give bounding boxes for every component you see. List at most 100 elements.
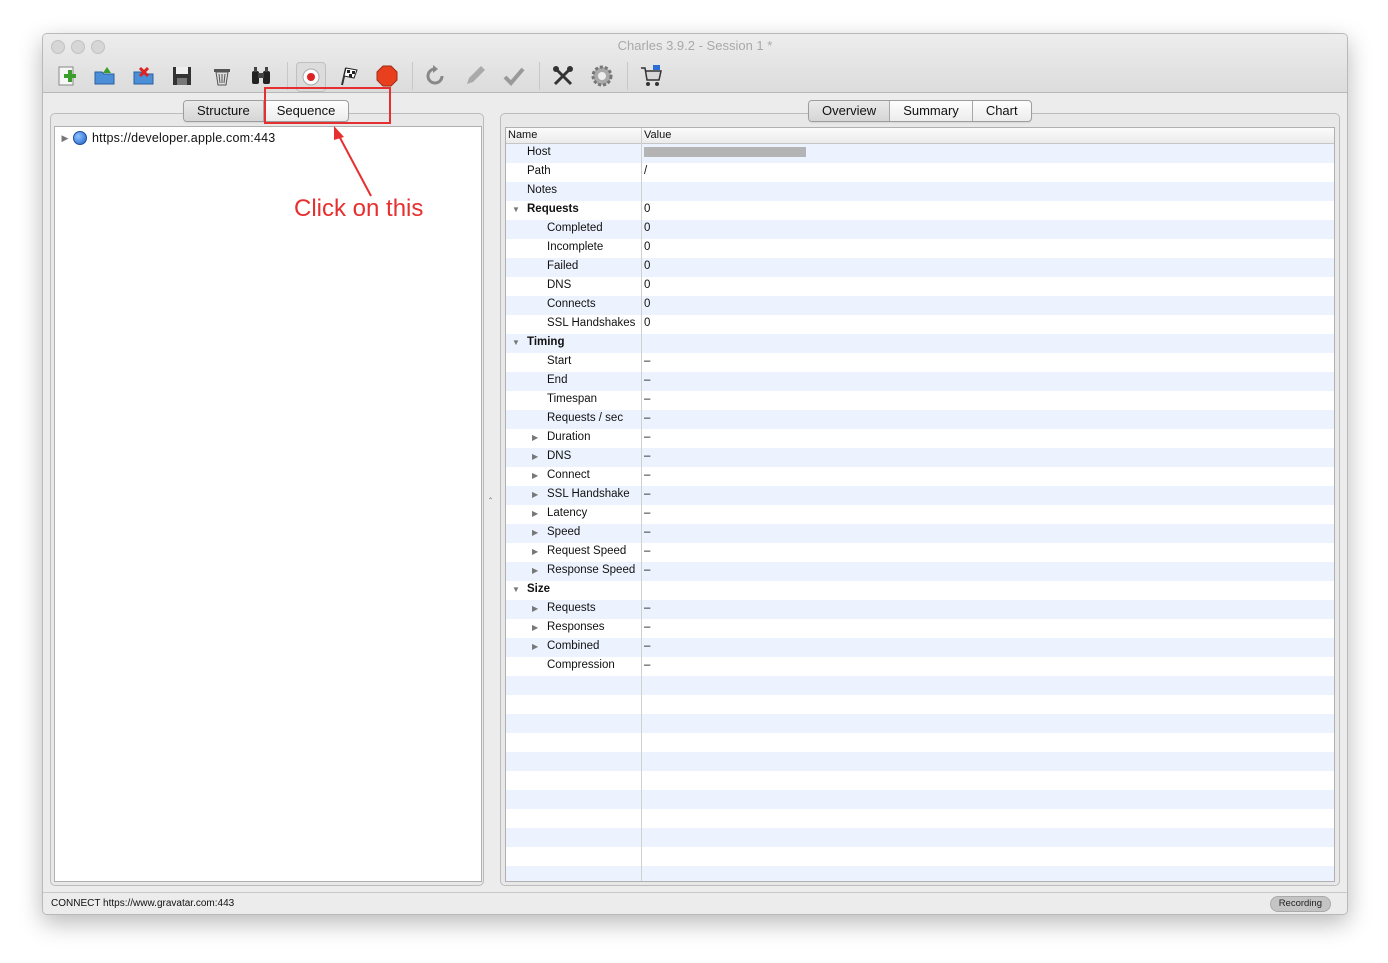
- row-name: Start: [547, 355, 572, 367]
- disclosure-triangle-icon[interactable]: ▼: [512, 338, 520, 347]
- row-name: Requests: [547, 602, 596, 614]
- find-icon[interactable]: [247, 62, 275, 90]
- row-value: –: [644, 640, 651, 652]
- table-row[interactable]: ▼ Requests 0: [506, 201, 1334, 220]
- row-name: Incomplete: [547, 241, 604, 253]
- row-name: Latency: [547, 507, 588, 519]
- open-session-icon[interactable]: [91, 62, 119, 90]
- tab-structure[interactable]: Structure: [184, 101, 264, 121]
- row-name: Connect: [547, 469, 590, 481]
- table-row[interactable]: ▶ Duration –: [506, 429, 1334, 448]
- column-divider: [641, 128, 642, 881]
- table-row[interactable]: Completed 0: [506, 220, 1334, 239]
- table-row[interactable]: ▶ Requests –: [506, 600, 1334, 619]
- close-session-icon[interactable]: [130, 62, 158, 90]
- cart-icon[interactable]: [637, 62, 665, 90]
- table-row[interactable]: Incomplete 0: [506, 239, 1334, 258]
- row-name: Requests: [527, 203, 579, 215]
- table-row[interactable]: Start –: [506, 353, 1334, 372]
- table-row[interactable]: Path /: [506, 163, 1334, 182]
- edit-icon[interactable]: [461, 62, 489, 90]
- disclosure-triangle-icon[interactable]: ▶: [532, 490, 538, 499]
- disclosure-triangle-icon[interactable]: ▶: [532, 509, 538, 518]
- table-row[interactable]: [506, 866, 1334, 881]
- table-row[interactable]: ▶ Combined –: [506, 638, 1334, 657]
- disclosure-triangle-icon[interactable]: ▼: [512, 205, 520, 214]
- tab-summary[interactable]: Summary: [890, 101, 973, 121]
- column-header-name[interactable]: Name: [508, 129, 537, 141]
- globe-icon: [73, 131, 87, 145]
- table-row[interactable]: ▼ Size: [506, 581, 1334, 600]
- table-row[interactable]: [506, 714, 1334, 733]
- row-name: Size: [527, 583, 551, 595]
- annotation-text: Click on this: [294, 195, 424, 222]
- column-header-value[interactable]: Value: [644, 129, 671, 141]
- table-row[interactable]: ▶ Response Speed –: [506, 562, 1334, 581]
- row-name: Path: [527, 165, 551, 177]
- table-row[interactable]: [506, 733, 1334, 752]
- table-row[interactable]: ▶ Speed –: [506, 524, 1334, 543]
- clear-session-icon[interactable]: [208, 62, 236, 90]
- table-row[interactable]: [506, 752, 1334, 771]
- table-row[interactable]: Notes: [506, 182, 1334, 201]
- table-row[interactable]: Connects 0: [506, 296, 1334, 315]
- disclosure-triangle-icon[interactable]: ▶: [57, 133, 73, 144]
- disclosure-triangle-icon[interactable]: ▼: [512, 585, 520, 594]
- table-row[interactable]: ▶ DNS –: [506, 448, 1334, 467]
- row-value: 0: [644, 260, 651, 272]
- disclosure-triangle-icon[interactable]: ▶: [532, 547, 538, 556]
- row-value: –: [644, 659, 651, 671]
- table-row[interactable]: [506, 847, 1334, 866]
- table-row[interactable]: [506, 771, 1334, 790]
- tab-overview[interactable]: Overview: [809, 101, 891, 121]
- table-row[interactable]: [506, 695, 1334, 714]
- table-row[interactable]: SSL Handshakes 0: [506, 315, 1334, 334]
- row-name: Completed: [547, 222, 603, 234]
- disclosure-triangle-icon[interactable]: ▶: [532, 452, 538, 461]
- row-name: Timespan: [547, 393, 598, 405]
- table-row[interactable]: Compression –: [506, 657, 1334, 676]
- table-row[interactable]: ▶ SSL Handshake –: [506, 486, 1334, 505]
- tree-item[interactable]: ▶ https://developer.apple.com:443: [57, 129, 275, 147]
- disclosure-triangle-icon[interactable]: ▶: [532, 642, 538, 651]
- table-row[interactable]: Host: [506, 144, 1334, 163]
- disclosure-triangle-icon[interactable]: ▶: [532, 528, 538, 537]
- splitter-handle[interactable]: ‸: [489, 489, 492, 500]
- breakpoints-icon[interactable]: [373, 62, 401, 90]
- disclosure-triangle-icon[interactable]: ▶: [532, 604, 538, 613]
- table-row[interactable]: [506, 676, 1334, 695]
- disclosure-triangle-icon[interactable]: ▶: [532, 471, 538, 480]
- table-row[interactable]: ▶ Responses –: [506, 619, 1334, 638]
- throttle-icon[interactable]: [335, 62, 363, 90]
- row-value: –: [644, 488, 651, 500]
- row-value: –: [644, 564, 651, 576]
- repeat-icon[interactable]: [421, 62, 449, 90]
- tree-item-label: https://developer.apple.com:443: [92, 131, 276, 145]
- right-tab-bar: Overview Summary Chart: [808, 100, 1032, 122]
- table-row[interactable]: [506, 809, 1334, 828]
- table-row[interactable]: Timespan –: [506, 391, 1334, 410]
- table-row[interactable]: ▶ Request Speed –: [506, 543, 1334, 562]
- disclosure-triangle-icon[interactable]: ▶: [532, 623, 538, 632]
- settings-icon[interactable]: [588, 62, 616, 90]
- table-row[interactable]: ▶ Connect –: [506, 467, 1334, 486]
- table-row[interactable]: Requests / sec –: [506, 410, 1334, 429]
- tab-chart[interactable]: Chart: [973, 101, 1031, 121]
- new-session-icon[interactable]: [53, 62, 81, 90]
- table-row[interactable]: End –: [506, 372, 1334, 391]
- table-row[interactable]: [506, 828, 1334, 847]
- recording-badge[interactable]: Recording: [1269, 896, 1331, 912]
- table-row[interactable]: ▶ Latency –: [506, 505, 1334, 524]
- row-name: SSL Handshake: [547, 488, 630, 500]
- row-name: Compression: [547, 659, 615, 671]
- disclosure-triangle-icon[interactable]: ▶: [532, 433, 538, 442]
- window-title: Charles 3.9.2 - Session 1 *: [617, 38, 773, 53]
- save-session-icon[interactable]: [168, 62, 196, 90]
- table-row[interactable]: Failed 0: [506, 258, 1334, 277]
- validate-icon[interactable]: [500, 62, 528, 90]
- disclosure-triangle-icon[interactable]: ▶: [532, 566, 538, 575]
- table-row[interactable]: ▼ Timing: [506, 334, 1334, 353]
- table-row[interactable]: [506, 790, 1334, 809]
- table-row[interactable]: DNS 0: [506, 277, 1334, 296]
- tools-icon[interactable]: [549, 62, 577, 90]
